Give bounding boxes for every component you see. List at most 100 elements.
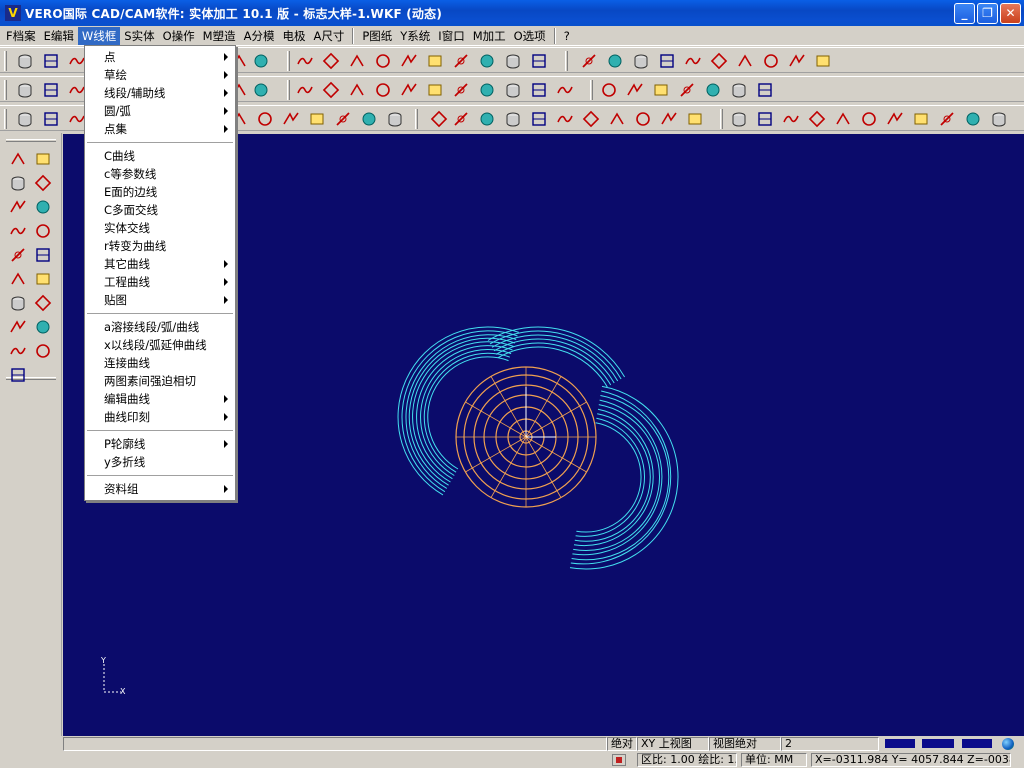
tb1-tool-3-icon[interactable] [16, 52, 34, 70]
dropdown-item-21[interactable]: y多折线 [85, 453, 235, 471]
tb1-tool-15-icon[interactable] [452, 52, 470, 70]
tb3-tool-17-icon[interactable] [504, 110, 522, 128]
tb1-tool-17-icon[interactable] [504, 52, 522, 70]
left-tool-17-icon[interactable] [33, 341, 53, 361]
tb3-tool-18-icon[interactable] [530, 110, 548, 128]
tb2-tool-22-icon[interactable] [652, 81, 670, 99]
left-tool-2-icon[interactable] [8, 173, 28, 193]
restore-button[interactable]: ❐ [977, 3, 998, 24]
tb3-tool-30-icon[interactable] [860, 110, 878, 128]
toolbar-grip[interactable] [415, 109, 418, 129]
menu-9[interactable]: P图纸 [358, 27, 396, 45]
dropdown-item-6[interactable]: c等参数线 [85, 165, 235, 183]
dropdown-item-1[interactable]: 草绘 [85, 66, 235, 84]
tb3-tool-24-icon[interactable] [686, 110, 704, 128]
menu-7[interactable]: 电极 [278, 27, 309, 45]
tb3-tool-26-icon[interactable] [756, 110, 774, 128]
menu-0[interactable]: F档案 [2, 27, 40, 45]
tb2-tool-3-icon[interactable] [16, 81, 34, 99]
left-tool-5-icon[interactable] [33, 197, 53, 217]
dropdown-item-20[interactable]: P轮廓线 [85, 435, 235, 453]
tb2-tool-14-icon[interactable] [426, 81, 444, 99]
tb3-tool-23-icon[interactable] [660, 110, 678, 128]
tb3-tool-31-icon[interactable] [886, 110, 904, 128]
tb3-tool-34-icon[interactable] [964, 110, 982, 128]
menu-2[interactable]: W线框 [77, 26, 121, 45]
menu-6[interactable]: A分模 [240, 27, 279, 45]
left-tool-15-icon[interactable] [33, 317, 53, 337]
tb2-tool-16-icon[interactable] [478, 81, 496, 99]
tb1-tool-11-icon[interactable] [348, 52, 366, 70]
tb2-tool-11-icon[interactable] [348, 81, 366, 99]
menu-8[interactable]: A尺寸 [309, 27, 348, 45]
toolbar-grip[interactable] [287, 80, 290, 100]
tb1-tool-26-icon[interactable] [762, 52, 780, 70]
dropdown-item-12[interactable]: 工程曲线 [85, 273, 235, 291]
minimize-button[interactable]: _ [954, 3, 975, 24]
menu-1[interactable]: E编辑 [40, 27, 78, 45]
dropdown-item-22[interactable]: 资料组 [85, 480, 235, 498]
menu-12[interactable]: M加工 [469, 27, 510, 45]
tb2-tool-24-icon[interactable] [704, 81, 722, 99]
tb3-tool-3-icon[interactable] [16, 110, 34, 128]
tb2-tool-12-icon[interactable] [374, 81, 392, 99]
tb3-tool-10-icon[interactable] [308, 110, 326, 128]
menu-11[interactable]: I窗口 [434, 27, 468, 45]
left-tool-1-icon[interactable] [33, 149, 53, 169]
toolbar-grip[interactable] [590, 80, 593, 100]
tb1-tool-8-icon[interactable] [252, 52, 270, 70]
left-tool-6-icon[interactable] [8, 221, 28, 241]
dropdown-item-14[interactable]: a溶接线段/弧/曲线 [85, 318, 235, 336]
tb1-tool-27-icon[interactable] [788, 52, 806, 70]
tb3-tool-15-icon[interactable] [452, 110, 470, 128]
menu-10[interactable]: Y系统 [396, 27, 434, 45]
tb3-tool-20-icon[interactable] [582, 110, 600, 128]
toolbar-grip[interactable] [4, 51, 7, 71]
left-tool-9-icon[interactable] [33, 245, 53, 265]
tb3-tool-29-icon[interactable] [834, 110, 852, 128]
tb2-tool-15-icon[interactable] [452, 81, 470, 99]
dropdown-item-18[interactable]: 编辑曲线 [85, 390, 235, 408]
left-tool-11-icon[interactable] [33, 269, 53, 289]
left-tool-18-icon[interactable] [8, 365, 28, 385]
tb3-tool-12-icon[interactable] [360, 110, 378, 128]
dropdown-item-13[interactable]: 贴图 [85, 291, 235, 309]
dropdown-item-4[interactable]: 点集 [85, 120, 235, 138]
tb2-tool-26-icon[interactable] [756, 81, 774, 99]
tb1-tool-12-icon[interactable] [374, 52, 392, 70]
toolbar-grip[interactable] [565, 51, 568, 71]
tb2-tool-8-icon[interactable] [252, 81, 270, 99]
tb1-tool-24-icon[interactable] [710, 52, 728, 70]
tb1-tool-10-icon[interactable] [322, 52, 340, 70]
tb1-tool-25-icon[interactable] [736, 52, 754, 70]
tb2-tool-17-icon[interactable] [504, 81, 522, 99]
tb2-tool-21-icon[interactable] [626, 81, 644, 99]
tb3-tool-8-icon[interactable] [256, 110, 274, 128]
tb3-tool-35-icon[interactable] [990, 110, 1008, 128]
color-swatch-1[interactable] [885, 739, 915, 748]
toolbar-grip[interactable] [6, 139, 56, 142]
tb3-tool-14-icon[interactable] [430, 110, 448, 128]
dropdown-item-16[interactable]: 连接曲线 [85, 354, 235, 372]
tb1-tool-19-icon[interactable] [580, 52, 598, 70]
left-tool-0-icon[interactable] [8, 149, 28, 169]
toolbar-grip[interactable] [720, 109, 723, 129]
tb3-tool-4-icon[interactable] [42, 110, 60, 128]
left-tool-10-icon[interactable] [8, 269, 28, 289]
menu-14[interactable]: ? [560, 27, 574, 45]
dropdown-item-19[interactable]: 曲线印刻 [85, 408, 235, 426]
dropdown-item-7[interactable]: E面的边线 [85, 183, 235, 201]
menu-3[interactable]: S实体 [120, 27, 158, 45]
tb3-tool-19-icon[interactable] [556, 110, 574, 128]
tb2-tool-9-icon[interactable] [296, 81, 314, 99]
tb1-tool-9-icon[interactable] [296, 52, 314, 70]
tb3-tool-22-icon[interactable] [634, 110, 652, 128]
tb3-tool-9-icon[interactable] [282, 110, 300, 128]
dropdown-item-2[interactable]: 线段/辅助线 [85, 84, 235, 102]
tb1-tool-4-icon[interactable] [42, 52, 60, 70]
dropdown-item-0[interactable]: 点 [85, 48, 235, 66]
tb1-tool-20-icon[interactable] [606, 52, 624, 70]
dropdown-item-8[interactable]: C多面交线 [85, 201, 235, 219]
menu-4[interactable]: O操作 [159, 27, 199, 45]
globe-icon[interactable] [1002, 738, 1014, 750]
